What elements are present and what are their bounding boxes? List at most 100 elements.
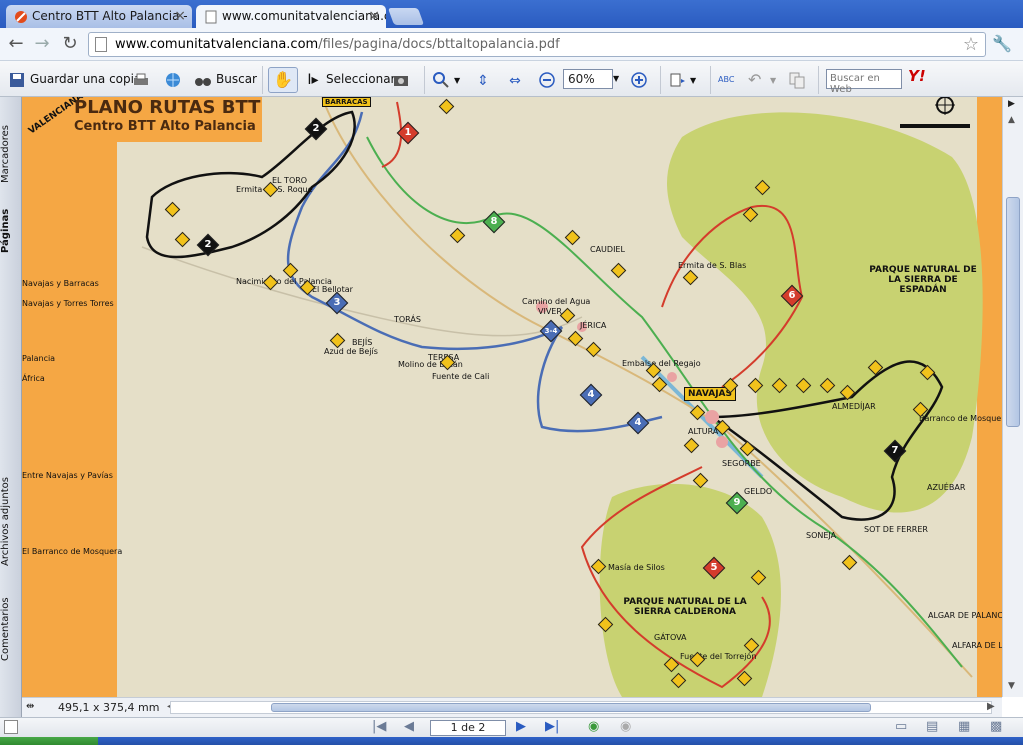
navigation-pane: Marcadores Páginas Archivos adjuntos Com… [0,97,22,717]
next-page-icon[interactable]: ▶ [516,719,526,734]
select-tool-button[interactable]: I▸ Seleccionar [304,69,395,91]
toolbar-separator [818,66,819,94]
page-number-input[interactable]: 1 de 2 [430,720,506,736]
zoom-dropdown-arrow[interactable]: ▼ [613,69,619,91]
toolbar-separator [424,66,425,94]
close-icon[interactable]: × [368,8,380,24]
tab-centro-btt[interactable]: Centro BTT Alto Palancia - Poi × [6,5,192,28]
page-layout-icon [668,71,686,89]
place-label: Masía de Silos [608,563,665,572]
snapshot-button[interactable] [392,69,414,91]
os-taskbar [0,737,1023,745]
place-label: GÁTOVA [654,633,687,642]
resize-horizontal-icon[interactable]: ⇹ [26,701,34,712]
chevron-down-icon: ▼ [770,76,777,85]
print-button[interactable] [132,69,154,91]
save-copy-button[interactable]: Guardar una copia [8,69,141,91]
undo-icon: ↶ [748,69,762,89]
copy-button[interactable] [788,69,810,91]
page-navigation-bar: |◀ ◀ 1 de 2 ▶ ▶| ◉ ◉ ▭ ▤ ▦ ▩ [0,717,1023,737]
vertical-scrollbar[interactable]: ▶ ▲ ▼ [1002,97,1023,697]
continuous-facing-view-icon[interactable]: ▩ [990,719,1002,734]
place-label: TORÁS [394,315,421,324]
forward-button[interactable]: → [30,33,54,55]
bookmark-star-icon[interactable]: ☆ [963,34,979,55]
spellcheck-button[interactable]: ABC [718,69,740,91]
next-view-icon[interactable]: ◉ [620,719,631,734]
place-label: Camino del Agua [522,297,591,306]
scroll-right-arrow-icon[interactable]: ▶ [987,701,995,712]
zoom-in-button[interactable] [630,69,652,91]
spellcheck-icon: ABC [718,74,735,84]
close-icon[interactable]: × [174,8,186,24]
place-label: Azud de Bejís [324,347,378,356]
tab-pdf[interactable]: www.comunitatvalenciana.co × [196,5,386,28]
map-subtitle: Centro BTT Alto Palancia [74,119,256,134]
single-page-view-icon[interactable]: ▭ [895,719,907,734]
page-layout-button[interactable]: ▼ [668,69,696,91]
place-label: Embalse del Regajo [622,359,701,368]
route-list-item: El Barranco de Mosquera [22,547,123,556]
back-button[interactable]: ← [4,33,28,55]
place-label: Ermita de S. Blas [678,261,747,270]
route-list-item: Palancia [22,354,56,363]
zoom-in-tool[interactable]: ▼ [432,69,460,91]
plus-circle-icon [630,71,648,89]
printer-icon [132,71,150,89]
web-search-input[interactable]: Buscar en Web [826,69,902,95]
tab-attachments[interactable]: Archivos adjuntos [0,472,18,572]
save-icon [8,71,26,89]
tab-strip: Centro BTT Alto Palancia - Poi × www.com… [0,0,1023,28]
scroll-right-arrow-icon[interactable]: ▶ [1008,99,1015,109]
place-label: BEJÍS [352,338,373,347]
toolbar-separator [710,66,711,94]
scroll-down-arrow-icon[interactable]: ▼ [1008,681,1015,691]
new-tab-button[interactable] [387,8,425,25]
tab-bookmarks[interactable]: Marcadores [0,115,18,193]
email-button[interactable] [164,69,186,91]
tab-comments[interactable]: Comentarios [0,594,18,664]
place-label: El Bellotar [312,285,353,294]
horizontal-scroll-thumb[interactable] [271,703,871,712]
hand-tool-button[interactable]: ✋ [268,67,298,93]
fit-width-button[interactable]: ⇔ [506,69,528,91]
address-bar[interactable]: www.comunitatvalenciana.com/files/pagina… [88,32,986,57]
zoom-out-button[interactable] [538,69,560,91]
place-label: ALGAR DE PALANCIA [928,611,1002,620]
pdf-page-viewport[interactable]: VALENCIANA PLANO RUTAS BTT Centro BTT Al… [22,97,1002,697]
previous-view-icon[interactable]: ◉ [588,719,599,734]
binoculars-icon [194,71,212,89]
minus-circle-icon [538,71,556,89]
tab-pages[interactable]: Páginas [0,201,18,261]
zoom-level-input[interactable]: 60% [563,69,613,89]
horizontal-scroll-track[interactable] [170,701,992,714]
vertical-scroll-thumb[interactable] [1006,197,1020,427]
start-button[interactable] [0,737,98,745]
facing-view-icon[interactable]: ▦ [958,719,970,734]
place-label: SOT DE FERRER [864,525,928,534]
prev-page-icon[interactable]: ◀ [404,719,414,734]
yahoo-logo-icon[interactable]: Y! [908,67,926,85]
place-label: JÉRICA [580,321,607,330]
fit-height-button[interactable]: ⇕ [474,69,496,91]
place-label: CAUDIEL [590,245,625,254]
tab-label: www.comunitatvalenciana.co [222,9,386,23]
wrench-menu-icon[interactable]: 🔧 [992,34,1012,53]
scroll-up-arrow-icon[interactable]: ▲ [1008,115,1015,125]
page-icon [95,37,107,52]
nav-bar: ← → ↻ www.comunitatvalenciana.com/files/… [0,28,1023,61]
magnifier-plus-icon [432,71,450,89]
chevron-down-icon: ▼ [690,76,697,85]
toolbar-separator [660,66,661,94]
undo-button[interactable]: ↶ ▼ [748,69,776,91]
reload-button[interactable]: ↻ [58,33,82,55]
place-label: ALFARA DE LA BARONÍA [952,641,1002,650]
fit-height-icon: ⇕ [477,72,489,89]
place-label: AZUÉBAR [927,483,966,492]
last-page-icon[interactable]: ▶| [545,719,559,734]
search-button[interactable]: Buscar [194,69,257,91]
park-label: PARQUE NATURAL DE LA SIERRA DE ESPADÁN [869,265,977,295]
first-page-icon[interactable]: |◀ [372,719,386,734]
continuous-view-icon[interactable]: ▤ [926,719,938,734]
url-text: www.comunitatvalenciana.com/files/pagina… [115,37,560,52]
